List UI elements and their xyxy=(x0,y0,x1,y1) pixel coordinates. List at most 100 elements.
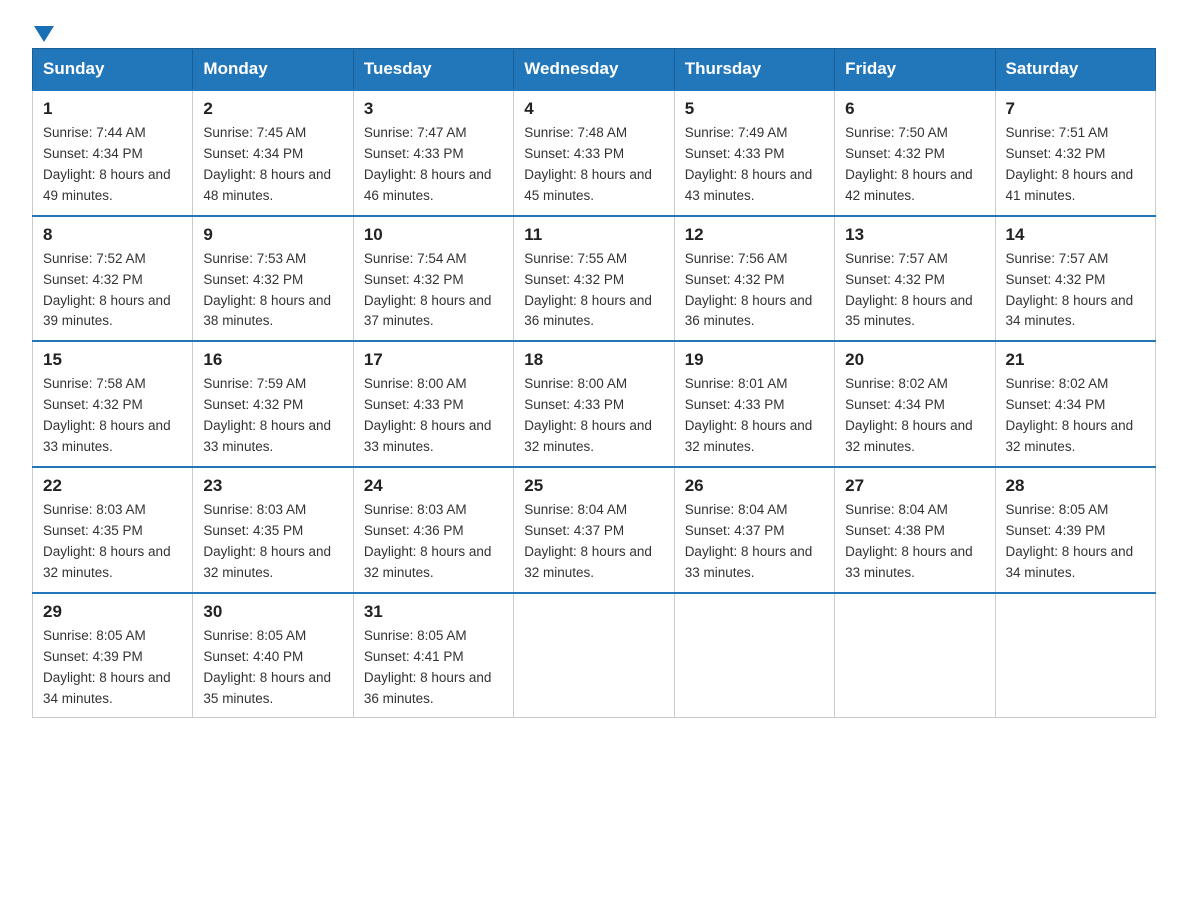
day-cell-12: 12 Sunrise: 7:56 AMSunset: 4:32 PMDayligh… xyxy=(674,216,834,342)
week-row-2: 8 Sunrise: 7:52 AMSunset: 4:32 PMDaylight… xyxy=(33,216,1156,342)
day-cell-17: 17 Sunrise: 8:00 AMSunset: 4:33 PMDayligh… xyxy=(353,341,513,467)
day-info: Sunrise: 8:01 AMSunset: 4:33 PMDaylight:… xyxy=(685,374,824,458)
weekday-header-monday: Monday xyxy=(193,49,353,91)
day-number: 7 xyxy=(1006,99,1145,119)
day-info: Sunrise: 8:05 AMSunset: 4:39 PMDaylight:… xyxy=(1006,500,1145,584)
day-number: 2 xyxy=(203,99,342,119)
day-info: Sunrise: 7:48 AMSunset: 4:33 PMDaylight:… xyxy=(524,123,663,207)
day-info: Sunrise: 8:03 AMSunset: 4:35 PMDaylight:… xyxy=(203,500,342,584)
day-number: 1 xyxy=(43,99,182,119)
day-number: 28 xyxy=(1006,476,1145,496)
day-number: 17 xyxy=(364,350,503,370)
day-cell-13: 13Sunrise: 7:57 AMSunset: 4:32 PMDayligh… xyxy=(835,216,995,342)
day-info: Sunrise: 8:02 AMSunset: 4:34 PMDaylight:… xyxy=(1006,374,1145,458)
day-number: 20 xyxy=(845,350,984,370)
day-info: Sunrise: 8:03 AMSunset: 4:36 PMDaylight:… xyxy=(364,500,503,584)
day-cell-6: 6Sunrise: 7:50 AMSunset: 4:32 PMDaylight… xyxy=(835,90,995,216)
day-number: 27 xyxy=(845,476,984,496)
day-info: Sunrise: 7:55 AMSunset: 4:32 PMDaylight:… xyxy=(524,249,663,333)
day-cell-20: 20 Sunrise: 8:02 AMSunset: 4:34 PMDayligh… xyxy=(835,341,995,467)
day-info: Sunrise: 8:04 AMSunset: 4:37 PMDaylight:… xyxy=(524,500,663,584)
day-cell-10: 10Sunrise: 7:54 AMSunset: 4:32 PMDayligh… xyxy=(353,216,513,342)
day-info: Sunrise: 7:56 AMSunset: 4:32 PMDaylight:… xyxy=(685,249,824,333)
logo xyxy=(32,24,56,36)
day-info: Sunrise: 7:47 AMSunset: 4:33 PMDaylight:… xyxy=(364,123,503,207)
day-info: Sunrise: 8:03 AMSunset: 4:35 PMDaylight:… xyxy=(43,500,182,584)
weekday-header-tuesday: Tuesday xyxy=(353,49,513,91)
day-number: 14 xyxy=(1006,225,1145,245)
day-number: 13 xyxy=(845,225,984,245)
day-number: 3 xyxy=(364,99,503,119)
day-cell-28: 28 Sunrise: 8:05 AMSunset: 4:39 PMDayligh… xyxy=(995,467,1155,593)
empty-cell xyxy=(674,593,834,718)
day-cell-15: 15 Sunrise: 7:58 AMSunset: 4:32 PMDayligh… xyxy=(33,341,193,467)
day-cell-11: 11 Sunrise: 7:55 AMSunset: 4:32 PMDayligh… xyxy=(514,216,674,342)
day-info: Sunrise: 7:58 AMSunset: 4:32 PMDaylight:… xyxy=(43,374,182,458)
day-cell-21: 21 Sunrise: 8:02 AMSunset: 4:34 PMDayligh… xyxy=(995,341,1155,467)
day-number: 11 xyxy=(524,225,663,245)
weekday-header-wednesday: Wednesday xyxy=(514,49,674,91)
day-number: 30 xyxy=(203,602,342,622)
day-info: Sunrise: 7:51 AMSunset: 4:32 PMDaylight:… xyxy=(1006,123,1145,207)
day-info: Sunrise: 7:59 AMSunset: 4:32 PMDaylight:… xyxy=(203,374,342,458)
day-info: Sunrise: 7:50 AMSunset: 4:32 PMDaylight:… xyxy=(845,123,984,207)
day-cell-1: 1 Sunrise: 7:44 AMSunset: 4:34 PMDaylight… xyxy=(33,90,193,216)
day-number: 9 xyxy=(203,225,342,245)
day-info: Sunrise: 7:45 AMSunset: 4:34 PMDaylight:… xyxy=(203,123,342,207)
day-cell-2: 2 Sunrise: 7:45 AMSunset: 4:34 PMDaylight… xyxy=(193,90,353,216)
logo-triangle-icon xyxy=(34,26,54,42)
day-info: Sunrise: 7:57 AMSunset: 4:32 PMDaylight:… xyxy=(1006,249,1145,333)
calendar-table: SundayMondayTuesdayWednesdayThursdayFrid… xyxy=(32,48,1156,718)
day-cell-4: 4 Sunrise: 7:48 AMSunset: 4:33 PMDaylight… xyxy=(514,90,674,216)
page-header xyxy=(32,24,1156,36)
day-number: 26 xyxy=(685,476,824,496)
day-info: Sunrise: 8:02 AMSunset: 4:34 PMDaylight:… xyxy=(845,374,984,458)
day-info: Sunrise: 8:00 AMSunset: 4:33 PMDaylight:… xyxy=(364,374,503,458)
weekday-header-friday: Friday xyxy=(835,49,995,91)
week-row-5: 29 Sunrise: 8:05 AMSunset: 4:39 PMDayligh… xyxy=(33,593,1156,718)
day-cell-7: 7 Sunrise: 7:51 AMSunset: 4:32 PMDaylight… xyxy=(995,90,1155,216)
day-cell-18: 18 Sunrise: 8:00 AMSunset: 4:33 PMDayligh… xyxy=(514,341,674,467)
day-number: 12 xyxy=(685,225,824,245)
day-cell-8: 8 Sunrise: 7:52 AMSunset: 4:32 PMDaylight… xyxy=(33,216,193,342)
day-info: Sunrise: 7:53 AMSunset: 4:32 PMDaylight:… xyxy=(203,249,342,333)
day-cell-30: 30 Sunrise: 8:05 AMSunset: 4:40 PMDayligh… xyxy=(193,593,353,718)
day-number: 8 xyxy=(43,225,182,245)
day-number: 19 xyxy=(685,350,824,370)
day-cell-14: 14 Sunrise: 7:57 AMSunset: 4:32 PMDayligh… xyxy=(995,216,1155,342)
day-cell-23: 23 Sunrise: 8:03 AMSunset: 4:35 PMDayligh… xyxy=(193,467,353,593)
day-number: 18 xyxy=(524,350,663,370)
day-number: 21 xyxy=(1006,350,1145,370)
day-number: 16 xyxy=(203,350,342,370)
day-info: Sunrise: 8:05 AMSunset: 4:39 PMDaylight:… xyxy=(43,626,182,710)
day-number: 25 xyxy=(524,476,663,496)
day-cell-29: 29 Sunrise: 8:05 AMSunset: 4:39 PMDayligh… xyxy=(33,593,193,718)
day-number: 29 xyxy=(43,602,182,622)
day-number: 22 xyxy=(43,476,182,496)
day-number: 5 xyxy=(685,99,824,119)
day-cell-31: 31Sunrise: 8:05 AMSunset: 4:41 PMDayligh… xyxy=(353,593,513,718)
week-row-3: 15 Sunrise: 7:58 AMSunset: 4:32 PMDayligh… xyxy=(33,341,1156,467)
day-info: Sunrise: 8:00 AMSunset: 4:33 PMDaylight:… xyxy=(524,374,663,458)
day-info: Sunrise: 8:05 AMSunset: 4:40 PMDaylight:… xyxy=(203,626,342,710)
day-number: 4 xyxy=(524,99,663,119)
day-number: 23 xyxy=(203,476,342,496)
weekday-header-sunday: Sunday xyxy=(33,49,193,91)
empty-cell xyxy=(835,593,995,718)
day-cell-16: 16 Sunrise: 7:59 AMSunset: 4:32 PMDayligh… xyxy=(193,341,353,467)
day-info: Sunrise: 8:04 AMSunset: 4:38 PMDaylight:… xyxy=(845,500,984,584)
day-cell-5: 5 Sunrise: 7:49 AMSunset: 4:33 PMDaylight… xyxy=(674,90,834,216)
day-cell-3: 3 Sunrise: 7:47 AMSunset: 4:33 PMDaylight… xyxy=(353,90,513,216)
day-number: 10 xyxy=(364,225,503,245)
day-cell-22: 22 Sunrise: 8:03 AMSunset: 4:35 PMDayligh… xyxy=(33,467,193,593)
day-info: Sunrise: 7:52 AMSunset: 4:32 PMDaylight:… xyxy=(43,249,182,333)
day-info: Sunrise: 7:44 AMSunset: 4:34 PMDaylight:… xyxy=(43,123,182,207)
day-cell-27: 27 Sunrise: 8:04 AMSunset: 4:38 PMDayligh… xyxy=(835,467,995,593)
week-row-4: 22 Sunrise: 8:03 AMSunset: 4:35 PMDayligh… xyxy=(33,467,1156,593)
empty-cell xyxy=(514,593,674,718)
day-info: Sunrise: 7:49 AMSunset: 4:33 PMDaylight:… xyxy=(685,123,824,207)
weekday-header-thursday: Thursday xyxy=(674,49,834,91)
day-info: Sunrise: 8:05 AMSunset: 4:41 PMDaylight:… xyxy=(364,626,503,710)
empty-cell xyxy=(995,593,1155,718)
day-number: 15 xyxy=(43,350,182,370)
